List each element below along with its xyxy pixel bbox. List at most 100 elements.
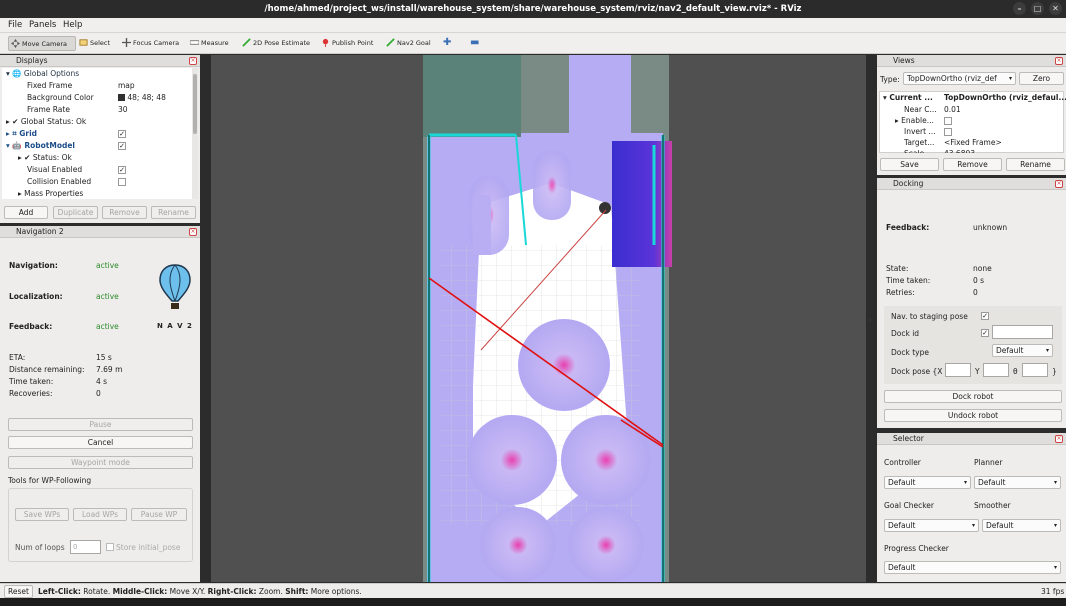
select-tool[interactable]: Select <box>77 36 117 51</box>
obstacle-pillar <box>561 415 651 505</box>
menu-file[interactable]: File <box>8 20 22 30</box>
measure-label: Measure <box>201 39 229 47</box>
pause-wp-button[interactable]: Pause WP <box>131 508 187 521</box>
load-wps-button[interactable]: Load WPs <box>73 508 127 521</box>
toolbar: Move Camera Select Focus Camera Measure … <box>0 33 1066 54</box>
target-frame-value[interactable]: <Fixed Frame> <box>944 138 1002 147</box>
reset-button[interactable]: Reset <box>4 585 33 598</box>
collision-enabled-checkbox[interactable] <box>118 178 126 186</box>
display-row-global-options[interactable]: ▾ 🌐 Global Options <box>6 69 79 78</box>
cancel-button[interactable]: Cancel <box>8 436 193 449</box>
display-row-grid[interactable]: ▸ ⌗ Grid <box>6 129 37 139</box>
robotmodel-checkbox[interactable]: ✓ <box>118 142 126 150</box>
frame-rate-value[interactable]: 30 <box>118 105 128 114</box>
num-loops-input[interactable]: 0 <box>70 540 101 554</box>
views-remove-button[interactable]: Remove <box>943 158 1002 171</box>
focus-camera-tool[interactable]: Focus Camera <box>120 36 182 51</box>
obstacle-pillar <box>568 507 644 582</box>
dock-feedback-value: unknown <box>973 223 1008 232</box>
enable-checkbox[interactable] <box>944 117 952 125</box>
dock-pose-theta-input[interactable] <box>1022 363 1048 377</box>
views-tree: ▾ Current ... TopDownOrtho (rviz_defaul.… <box>879 91 1066 153</box>
progress-checker-label: Progress Checker <box>884 544 949 553</box>
nav2-goal-tool[interactable]: Nav2 Goal <box>384 36 432 51</box>
background-color-value[interactable]: 48; 48; 48 <box>118 93 166 102</box>
dock-type-select[interactable]: Default ▾ <box>992 344 1053 357</box>
dock-id-checkbox[interactable]: ✓ <box>981 329 989 337</box>
displays-close-icon[interactable]: × <box>189 57 197 65</box>
view-type-select[interactable]: TopDownOrtho (rviz_def ▾ <box>903 72 1016 85</box>
progress-checker-select[interactable]: Default ▾ <box>884 561 1061 574</box>
remove-display-button[interactable]: Remove <box>102 206 147 219</box>
display-row-mass-properties[interactable]: ▸ Mass Properties <box>18 189 83 198</box>
current-view-row[interactable]: ▾ Current ... <box>883 93 933 102</box>
publish-point-tool[interactable]: Publish Point <box>319 36 375 51</box>
dock-id-input[interactable] <box>992 325 1053 339</box>
maximize-icon[interactable]: □ <box>1031 2 1044 15</box>
planner-select[interactable]: Default ▾ <box>974 476 1061 489</box>
right-dock-splitter[interactable]: › <box>869 316 872 324</box>
minimize-icon[interactable]: – <box>1013 2 1026 15</box>
nav-staging-label: Nav. to staging pose <box>891 312 968 321</box>
selector-close-icon[interactable]: × <box>1055 435 1063 443</box>
wall-region <box>491 55 521 137</box>
duplicate-display-button[interactable]: Duplicate <box>53 206 98 219</box>
displays-scrollbar[interactable] <box>192 68 198 199</box>
display-row-global-status[interactable]: ▸ ✔ Global Status: Ok <box>6 117 86 126</box>
zero-button[interactable]: Zero <box>1019 72 1064 85</box>
docking-close-icon[interactable]: × <box>1055 180 1063 188</box>
scale-value[interactable]: 43.6803 <box>944 149 975 153</box>
measure-tool[interactable]: Measure <box>188 36 230 51</box>
costmap-canvas <box>423 55 672 582</box>
dock-pose-close-brace: } <box>1052 367 1057 376</box>
nav-staging-checkbox[interactable]: ✓ <box>981 312 989 320</box>
views-close-icon[interactable]: × <box>1055 57 1063 65</box>
near-clip-value[interactable]: 0.01 <box>944 105 961 114</box>
invert-checkbox[interactable] <box>944 128 952 136</box>
menubar: File Panels Help <box>0 18 1066 33</box>
view-type-label: Type: <box>880 75 900 84</box>
add-tool-icon[interactable]: ✚ <box>441 36 453 51</box>
pose-estimate-tool[interactable]: 2D Pose Estimate <box>240 36 312 51</box>
rename-display-button[interactable]: Rename <box>151 206 196 219</box>
grid-checkbox[interactable]: ✓ <box>118 130 126 138</box>
robot-marker <box>599 202 611 214</box>
move-camera-icon <box>11 39 20 48</box>
map-viewport[interactable] <box>211 55 866 582</box>
enable-label[interactable]: ▸ Enable... <box>895 116 934 125</box>
store-initial-pose-checkbox[interactable] <box>106 543 114 551</box>
controller-label: Controller <box>884 458 921 467</box>
dock-state-label: State: <box>886 264 909 273</box>
undock-robot-button[interactable]: Undock robot <box>884 409 1062 422</box>
displays-tree: ▾ 🌐 Global Options Fixed Frame map Backg… <box>2 68 198 199</box>
dock-pose-x-input[interactable] <box>945 363 971 377</box>
goal-checker-select[interactable]: Default ▾ <box>884 519 979 532</box>
save-wps-button[interactable]: Save WPs <box>15 508 69 521</box>
nav2-goal-arrow-icon <box>386 38 395 47</box>
menu-help[interactable]: Help <box>63 20 82 30</box>
menu-panels[interactable]: Panels <box>29 20 56 30</box>
pause-button[interactable]: Pause <box>8 418 193 431</box>
waypoint-mode-button[interactable]: Waypoint mode <box>8 456 193 469</box>
localization-value: active <box>96 292 119 301</box>
move-camera-tool[interactable]: Move Camera <box>8 36 76 51</box>
controller-select[interactable]: Default ▾ <box>884 476 971 489</box>
docking-title-bar: Docking × <box>877 178 1066 190</box>
display-row-robotmodel[interactable]: ▾ 🤖 RobotModel <box>6 141 75 150</box>
visual-enabled-checkbox[interactable]: ✓ <box>118 166 126 174</box>
display-row-visual-enabled: Visual Enabled <box>27 165 83 174</box>
nav2-balloon-logo-icon <box>159 264 191 309</box>
add-display-button[interactable]: Add <box>4 206 48 219</box>
dock-robot-button[interactable]: Dock robot <box>884 390 1062 403</box>
views-save-button[interactable]: Save <box>880 158 939 171</box>
fixed-frame-value[interactable]: map <box>118 81 135 90</box>
dock-options-group: Nav. to staging pose ✓ Dock id ✓ Dock ty… <box>884 306 1062 384</box>
dock-pose-y-input[interactable] <box>983 363 1009 377</box>
navigation2-close-icon[interactable]: × <box>189 228 197 236</box>
green-arrow-icon <box>242 38 251 47</box>
smoother-select[interactable]: Default ▾ <box>982 519 1061 532</box>
display-row-status-ok[interactable]: ▸ ✔ Status: Ok <box>18 153 72 162</box>
remove-tool-icon[interactable]: ▬ <box>468 36 482 51</box>
views-rename-button[interactable]: Rename <box>1006 158 1065 171</box>
close-icon[interactable]: ✕ <box>1049 2 1062 15</box>
